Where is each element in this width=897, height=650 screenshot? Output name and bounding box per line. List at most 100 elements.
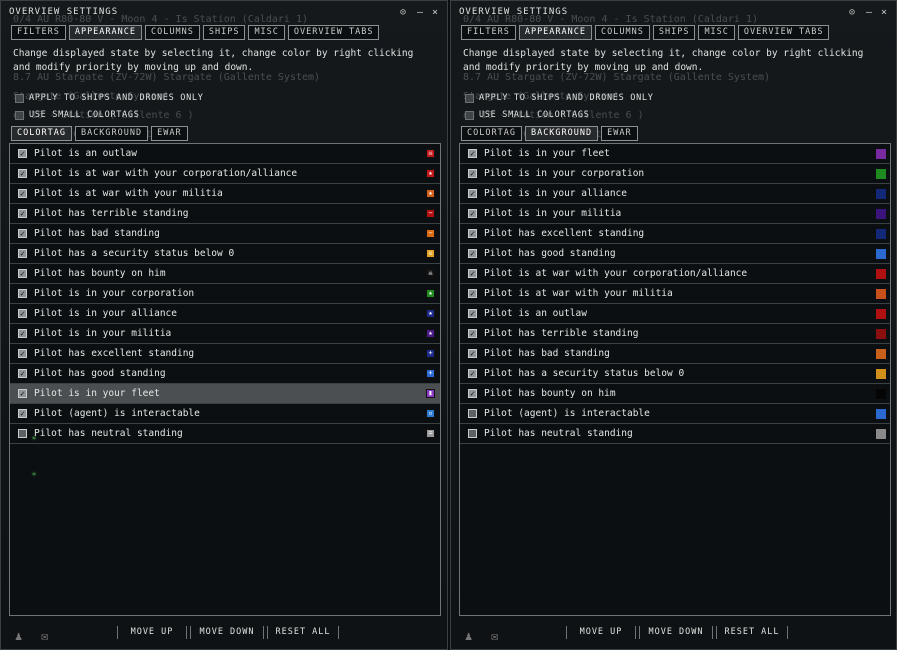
list-item[interactable]: ✓ Pilot has terrible standing [460,324,890,344]
colortag-icon[interactable]: ★ [426,189,435,198]
checkbox-box[interactable] [465,110,474,120]
checkbox-box[interactable]: ✓ [468,389,477,398]
checkbox-box[interactable]: ✓ [468,289,477,298]
move-up-button[interactable]: MOVE UP [117,626,187,639]
background-color-swatch[interactable] [876,228,886,239]
checkbox-box[interactable]: ✓ [468,229,477,238]
checkbox-box[interactable]: ✓ [468,409,477,418]
colortag-icon[interactable]: ★ [426,169,435,178]
checkbox-box[interactable]: ✓ [18,269,27,278]
colortag-icon[interactable]: ☠ [426,249,435,258]
apply-to-ships-checkbox[interactable]: APPLY TO SHIPS AND DRONES ONLY [465,92,654,104]
background-color-swatch[interactable] [876,268,886,279]
colortag-icon[interactable]: ☠ [426,269,435,278]
tab-background[interactable]: BACKGROUND [524,126,599,141]
reset-all-button[interactable]: RESET ALL [267,626,339,639]
checkbox-box[interactable]: ✓ [468,209,477,218]
checkbox-box[interactable]: ✓ [18,189,27,198]
checkbox-box[interactable]: ✓ [18,369,27,378]
list-item[interactable]: ✓ Pilot (agent) is interactable ▫ [10,404,440,424]
background-color-swatch[interactable] [876,248,886,259]
reset-all-button[interactable]: RESET ALL [716,626,788,639]
background-color-swatch[interactable] [876,328,886,339]
checkbox-box[interactable]: ✓ [468,269,477,278]
tab-filters[interactable]: FILTERS [461,25,516,40]
checkbox-box[interactable] [465,93,474,103]
tab-overview-tabs[interactable]: OVERVIEW TABS [287,25,380,40]
background-color-swatch[interactable] [876,348,886,359]
tab-colortag[interactable]: COLORTAG [461,126,522,141]
list-item[interactable]: ✓ Pilot is at war with your militia ★ [10,184,440,204]
list-item[interactable]: ✓ Pilot has good standing + [10,364,440,384]
tab-columns[interactable]: COLUMNS [595,25,650,40]
checkbox-box[interactable]: ✓ [468,189,477,198]
checkbox-box[interactable]: ✓ [468,429,477,438]
tab-appearance[interactable]: APPEARANCE [68,25,143,40]
list-item[interactable]: ✓ Pilot is in your fleet ▮ [10,384,440,404]
state-list[interactable]: ✓ Pilot is an outlaw ☠ ✓ Pilot is at war wit… [9,143,441,616]
tab-ewar[interactable]: EWAR [601,126,638,141]
list-item[interactable]: ✓ Pilot has good standing [460,244,890,264]
background-color-swatch[interactable] [876,388,886,399]
list-item[interactable]: ✓ Pilot is an outlaw [460,304,890,324]
move-down-button[interactable]: MOVE DOWN [639,626,713,639]
title-bar[interactable]: OVERVIEW SETTINGS ⊙ – × [1,1,447,21]
list-item[interactable]: ✓ Pilot is in your alliance [460,184,890,204]
colortag-icon[interactable]: ★ [426,309,435,318]
apply-to-ships-checkbox[interactable]: APPLY TO SHIPS AND DRONES ONLY [15,92,204,104]
colortag-icon[interactable]: = [426,429,435,438]
colortag-icon[interactable]: ★ [426,289,435,298]
list-item[interactable]: ✓ Pilot has a security status below 0 ☠ [10,244,440,264]
minimize-icon[interactable]: – [863,7,875,19]
colortag-icon[interactable]: ▮ [426,389,435,398]
checkbox-box[interactable]: ✓ [18,169,27,178]
tab-appearance[interactable]: APPEARANCE [518,25,593,40]
background-color-swatch[interactable] [876,308,886,319]
tab-filters[interactable]: FILTERS [11,25,66,40]
colortag-icon[interactable]: − [426,209,435,218]
close-icon[interactable]: × [878,7,890,19]
checkbox-box[interactable]: ✓ [468,169,477,178]
checkbox-box[interactable]: ✓ [18,229,27,238]
list-item[interactable]: ✓ Pilot is in your militia [460,204,890,224]
list-item[interactable]: ✓ Pilot is in your corporation ★ [10,284,440,304]
state-list[interactable]: ✓ Pilot is in your fleet ✓ Pilot is in your… [459,143,891,616]
colortag-icon[interactable]: ☠ [426,149,435,158]
small-colortags-checkbox[interactable]: USE SMALL COLORTAGS [15,109,140,121]
checkbox-box[interactable]: ✓ [18,209,27,218]
close-icon[interactable]: × [429,7,441,19]
list-item[interactable]: ✓ Pilot has bad standing − [10,224,440,244]
checkbox-box[interactable] [15,93,24,103]
list-item[interactable]: ✓ Pilot has excellent standing + [10,344,440,364]
checkbox-box[interactable]: ✓ [18,349,27,358]
background-color-swatch[interactable] [876,208,886,219]
colortag-icon[interactable]: ★ [426,329,435,338]
list-item[interactable]: ✓ Pilot has bounty on him ☠ [10,264,440,284]
checkbox-box[interactable]: ✓ [468,149,477,158]
background-color-swatch[interactable] [876,288,886,299]
list-item[interactable]: ✓ Pilot has excellent standing [460,224,890,244]
title-bar[interactable]: OVERVIEW SETTINGS ⊙ – × [451,1,896,21]
move-up-button[interactable]: MOVE UP [566,626,636,639]
checkbox-box[interactable]: ✓ [18,429,27,438]
tab-ships[interactable]: SHIPS [652,25,696,40]
background-color-swatch[interactable] [876,428,886,439]
tab-ewar[interactable]: EWAR [151,126,188,141]
colortag-icon[interactable]: − [426,229,435,238]
tab-misc[interactable]: MISC [698,25,735,40]
tab-overview-tabs[interactable]: OVERVIEW TABS [737,25,830,40]
tab-ships[interactable]: SHIPS [202,25,246,40]
checkbox-box[interactable]: ✓ [18,149,27,158]
tab-background[interactable]: BACKGROUND [74,126,149,141]
list-item[interactable]: ✓ Pilot is in your militia ★ [10,324,440,344]
background-color-swatch[interactable] [876,148,886,159]
checkbox-box[interactable]: ✓ [18,289,27,298]
list-item[interactable]: ✓ Pilot has bad standing [460,344,890,364]
checkbox-box[interactable]: ✓ [18,249,27,258]
tab-misc[interactable]: MISC [248,25,285,40]
checkbox-box[interactable]: ✓ [18,409,27,418]
list-item[interactable]: ✓ Pilot is in your corporation [460,164,890,184]
settings-icon[interactable]: ⊙ [397,7,409,19]
list-item[interactable]: ✓ Pilot is in your fleet [460,144,890,164]
background-color-swatch[interactable] [876,188,886,199]
